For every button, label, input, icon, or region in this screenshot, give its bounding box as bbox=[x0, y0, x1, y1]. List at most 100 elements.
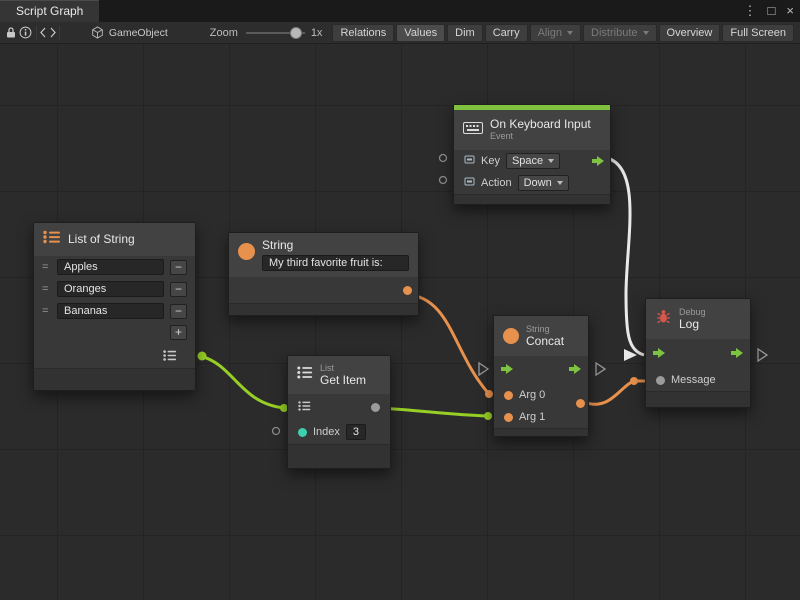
port-stub-key[interactable] bbox=[440, 155, 447, 162]
zoom-value: 1x bbox=[311, 27, 323, 39]
chevron-down-icon bbox=[557, 181, 563, 185]
node-title: On Keyboard Input bbox=[490, 118, 591, 131]
target-label: GameObject bbox=[109, 27, 168, 39]
list-in-port[interactable] bbox=[298, 401, 311, 414]
list-icon bbox=[43, 230, 61, 249]
graph-toolbar: GameObject Zoom 1x Relations Values Dim … bbox=[0, 22, 800, 44]
node-footer bbox=[646, 391, 750, 407]
remove-item-button[interactable]: − bbox=[170, 260, 187, 275]
node-string-concat[interactable]: String Concat Arg 0 Arg 1 bbox=[493, 315, 589, 437]
remove-item-button[interactable]: − bbox=[170, 304, 187, 319]
port-stub-log-exit[interactable] bbox=[758, 349, 767, 361]
list-item-input-2[interactable]: Bananas bbox=[57, 303, 164, 319]
tab-script-graph[interactable]: Script Graph bbox=[0, 0, 99, 22]
chevron-down-icon bbox=[548, 159, 554, 163]
unity-cube-icon bbox=[91, 26, 104, 39]
flow-in-port[interactable] bbox=[652, 347, 666, 362]
key-dropdown-value: Space bbox=[512, 155, 543, 167]
wire-endpoint bbox=[198, 352, 207, 361]
fullscreen-button[interactable]: Full Screen bbox=[722, 24, 794, 42]
node-title: Log bbox=[679, 318, 706, 331]
arg1-port-label: Arg 1 bbox=[519, 411, 545, 423]
info-icon[interactable] bbox=[18, 23, 32, 43]
index-port-label: Index bbox=[313, 426, 340, 438]
message-in-port[interactable] bbox=[656, 376, 665, 385]
close-icon[interactable]: × bbox=[786, 0, 794, 22]
key-port-label: Key bbox=[481, 155, 500, 167]
action-dropdown-value: Down bbox=[524, 177, 552, 189]
pane-menu-icon[interactable]: ⋮ bbox=[744, 0, 757, 22]
key-dropdown[interactable]: Space bbox=[506, 153, 560, 169]
item-out-port[interactable] bbox=[371, 403, 380, 412]
node-footer bbox=[494, 428, 588, 436]
result-out-port[interactable] bbox=[576, 399, 585, 408]
wire-endpoint bbox=[630, 377, 638, 385]
carry-button[interactable]: Carry bbox=[485, 24, 528, 42]
string-icon bbox=[503, 328, 519, 344]
node-footer bbox=[34, 368, 195, 390]
code-icon[interactable] bbox=[40, 23, 56, 43]
graph-canvas[interactable]: On Keyboard Input Event Key Space Action… bbox=[0, 44, 800, 600]
string-out-port[interactable] bbox=[403, 286, 412, 295]
zoom-slider[interactable] bbox=[246, 26, 305, 40]
titlebar: Script Graph ⋮ □ × bbox=[0, 0, 800, 22]
tab-title: Script Graph bbox=[16, 4, 83, 18]
list-icon bbox=[297, 366, 313, 384]
node-title: String bbox=[262, 239, 409, 252]
index-input[interactable]: 3 bbox=[346, 424, 366, 440]
keycap-icon bbox=[464, 154, 475, 168]
graph-target[interactable]: GameObject bbox=[91, 26, 168, 39]
relations-button[interactable]: Relations bbox=[332, 24, 394, 42]
flow-out-port[interactable] bbox=[591, 155, 605, 170]
dim-button[interactable]: Dim bbox=[447, 24, 483, 42]
value-wire-getitem-to-arg1[interactable] bbox=[379, 408, 489, 416]
list-out-port[interactable] bbox=[163, 350, 177, 364]
align-button[interactable]: Align bbox=[530, 24, 581, 42]
drag-handle-icon[interactable]: = bbox=[42, 261, 51, 273]
node-footer bbox=[454, 194, 610, 204]
drag-handle-icon[interactable]: = bbox=[42, 283, 51, 295]
value-wire-list-to-getitem[interactable] bbox=[200, 356, 285, 408]
drag-handle-icon[interactable]: = bbox=[42, 305, 51, 317]
align-label: Align bbox=[538, 27, 562, 39]
lock-icon[interactable] bbox=[4, 23, 18, 43]
node-title: Concat bbox=[526, 335, 564, 348]
port-stub-index[interactable] bbox=[273, 428, 280, 435]
control-wire-keyboard-to-log[interactable] bbox=[607, 158, 644, 355]
toolbar-separator bbox=[59, 26, 60, 40]
node-footer bbox=[288, 444, 390, 468]
node-on-keyboard-input[interactable]: On Keyboard Input Event Key Space Action… bbox=[453, 104, 611, 205]
flow-out-port[interactable] bbox=[730, 347, 744, 362]
string-value-input[interactable]: My third favorite fruit is: bbox=[262, 255, 409, 271]
node-debug-log[interactable]: Debug Log Message bbox=[645, 298, 751, 408]
distribute-button[interactable]: Distribute bbox=[583, 24, 656, 42]
overview-button[interactable]: Overview bbox=[659, 24, 721, 42]
zoom-label: Zoom bbox=[210, 27, 238, 39]
chevron-down-icon bbox=[643, 31, 649, 35]
port-stub-concat-exit[interactable] bbox=[596, 363, 605, 375]
node-list-of-string[interactable]: List of String = Apples − = Oranges − = … bbox=[33, 222, 196, 391]
message-port-label: Message bbox=[671, 374, 716, 386]
list-item-input-1[interactable]: Oranges bbox=[57, 281, 164, 297]
node-get-item[interactable]: List Get Item Index 3 bbox=[287, 355, 391, 469]
remove-item-button[interactable]: − bbox=[170, 282, 187, 297]
action-dropdown[interactable]: Down bbox=[518, 175, 569, 191]
port-stub-concat-enter[interactable] bbox=[479, 363, 488, 375]
flow-in-port[interactable] bbox=[500, 363, 514, 378]
arg0-in-port[interactable] bbox=[504, 391, 513, 400]
node-subtitle: Event bbox=[490, 131, 591, 142]
keycap-icon bbox=[464, 176, 475, 190]
keyboard-icon bbox=[463, 121, 483, 140]
zoom-slider-knob[interactable] bbox=[290, 27, 302, 39]
list-item-input-0[interactable]: Apples bbox=[57, 259, 164, 275]
node-string-literal[interactable]: String My third favorite fruit is: bbox=[228, 232, 419, 316]
add-item-button[interactable]: + bbox=[170, 325, 187, 340]
index-in-port[interactable] bbox=[298, 428, 307, 437]
maximize-icon[interactable]: □ bbox=[768, 0, 776, 22]
flow-out-port[interactable] bbox=[568, 363, 582, 378]
node-title: List of String bbox=[68, 233, 135, 246]
arg1-in-port[interactable] bbox=[504, 413, 513, 422]
port-stub-action[interactable] bbox=[440, 177, 447, 184]
string-icon bbox=[238, 243, 255, 260]
values-button[interactable]: Values bbox=[396, 24, 445, 42]
